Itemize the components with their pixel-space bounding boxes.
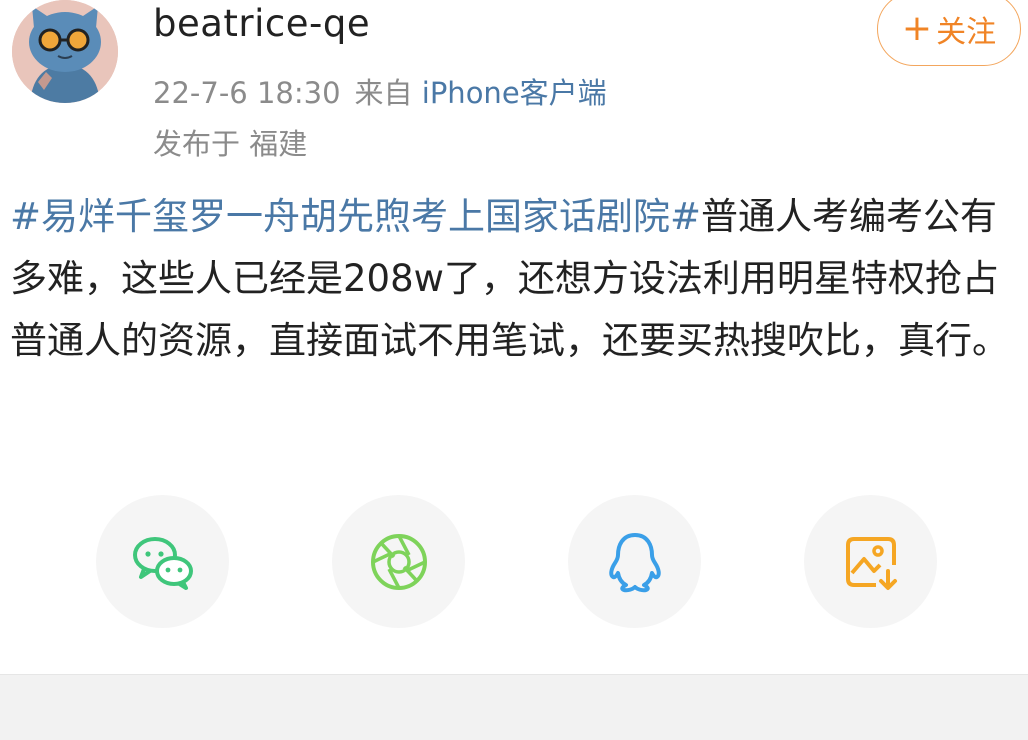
post-location: 发布于 福建: [153, 127, 308, 161]
cat-avatar-icon: [12, 0, 118, 103]
share-row: [0, 495, 1028, 628]
qq-icon: [608, 532, 661, 592]
post-meta: 22-7-6 18:30 来自 iPhone客户端: [153, 70, 607, 112]
save-image-icon: [845, 536, 897, 590]
post-content: #易烊千玺罗一舟胡先煦考上国家话剧院#普通人考编考公有多难，这些人已经是208w…: [10, 186, 1020, 372]
plus-icon: +: [901, 8, 933, 49]
source-client-link[interactable]: iPhone客户端: [422, 76, 607, 110]
username[interactable]: beatrice-qe: [153, 2, 370, 45]
source-prefix: 来自: [354, 76, 413, 110]
post-time: 22-7-6 18:30: [153, 76, 341, 110]
follow-button[interactable]: + 关注: [877, 0, 1021, 66]
save-image-button[interactable]: [804, 495, 937, 628]
share-qq-button[interactable]: [568, 495, 701, 628]
share-moments-button[interactable]: [332, 495, 465, 628]
follow-label: 关注: [936, 15, 997, 50]
bottom-bar: [0, 674, 1028, 740]
share-wechat-button[interactable]: [96, 495, 229, 628]
user-avatar[interactable]: [12, 0, 118, 103]
hashtag-link[interactable]: #易烊千玺罗一舟胡先煦考上国家话剧院#: [10, 195, 701, 238]
wechat-icon: [132, 536, 193, 590]
moments-icon: [370, 533, 427, 590]
